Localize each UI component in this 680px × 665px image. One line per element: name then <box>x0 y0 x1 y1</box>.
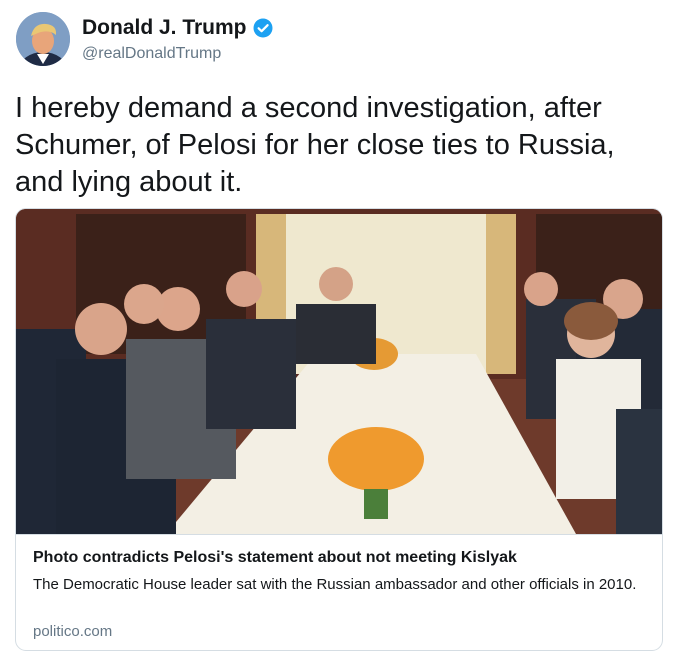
author-name-row: Donald J. Trump <box>82 16 273 40</box>
link-card-body: Photo contradicts Pelosi's statement abo… <box>16 534 662 650</box>
author-avatar[interactable] <box>16 12 70 66</box>
verified-badge-icon <box>253 18 273 38</box>
profile-photo-icon <box>16 12 70 66</box>
photo-meeting-table-icon <box>16 209 662 534</box>
tweet: Donald J. Trump @realDonaldTrump I hereb… <box>0 0 680 665</box>
link-card-domain[interactable]: politico.com <box>33 623 112 640</box>
author-handle[interactable]: @realDonaldTrump <box>82 45 221 63</box>
tweet-text: I hereby demand a second investigation, … <box>15 92 615 198</box>
link-card-title[interactable]: Photo contradicts Pelosi's statement abo… <box>33 549 517 567</box>
author-display-name[interactable]: Donald J. Trump <box>82 16 247 40</box>
link-card[interactable]: Photo contradicts Pelosi's statement abo… <box>15 208 663 651</box>
link-card-description: The Democratic House leader sat with the… <box>33 576 637 593</box>
